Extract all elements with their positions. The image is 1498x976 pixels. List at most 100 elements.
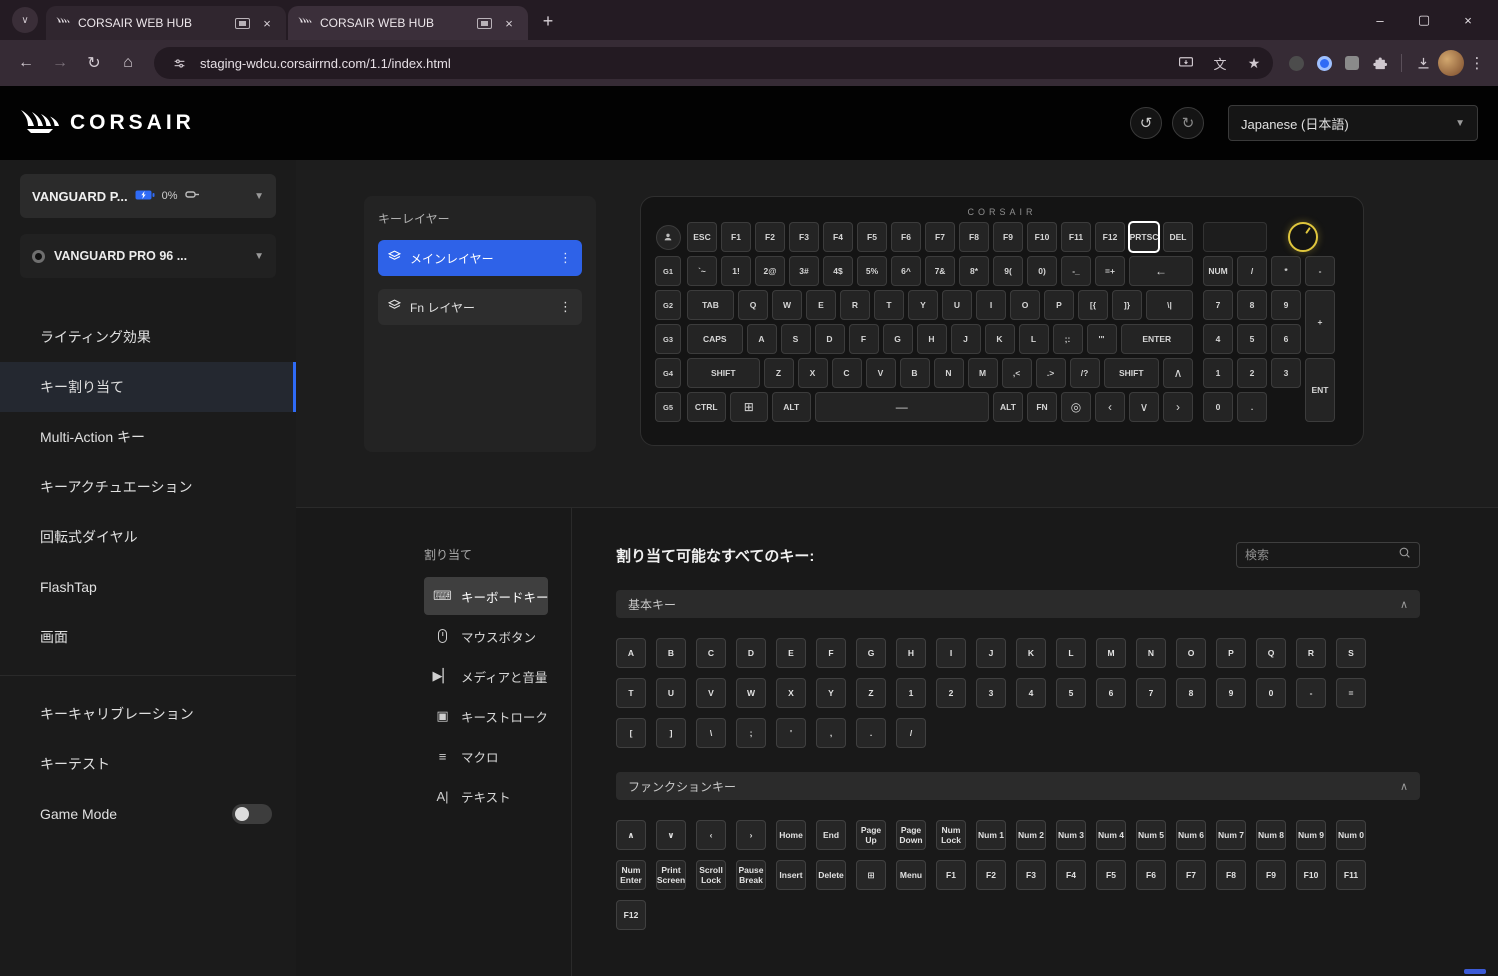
keyboard-key[interactable]: 8 [1237,290,1267,320]
assignable-key[interactable]: Delete [816,860,846,890]
keyboard-key[interactable]: . [1237,392,1267,422]
keyboard-key[interactable]: ⊞ [730,392,769,422]
keyboard-key[interactable]: ◎ [1061,392,1091,422]
keyboard-key[interactable]: TAB [687,290,734,320]
keyboard-key[interactable]: ENTER [1121,324,1194,354]
assignable-key[interactable]: ] [656,718,686,748]
assignable-key[interactable]: F3 [1016,860,1046,890]
extension-icon-2[interactable] [1311,50,1337,76]
scrollbar-thumb[interactable] [1464,969,1486,974]
sidebar-item[interactable]: Multi-Action キー [0,412,296,462]
keyboard-key[interactable]: ;: [1053,324,1083,354]
assignable-key[interactable]: › [736,820,766,850]
keyboard-key[interactable]: F7 [925,222,955,252]
redo-button[interactable]: ↻ [1172,107,1204,139]
assignable-key[interactable]: ⊞ [856,860,886,890]
assignable-key[interactable]: 4 [1016,678,1046,708]
window-close-button[interactable]: × [1446,0,1490,40]
language-selector[interactable]: Japanese (日本語) ▼ [1228,105,1478,141]
keyboard-key[interactable]: F [849,324,879,354]
keyboard-key[interactable]: T [874,290,904,320]
assignable-key[interactable]: Num 8 [1256,820,1286,850]
assignable-key[interactable]: F5 [1096,860,1126,890]
keyboard-key[interactable]: CAPS [687,324,743,354]
keyboard-key[interactable]: ← [1129,256,1193,286]
keyboard-key[interactable]: /? [1070,358,1100,388]
assignable-key[interactable]: - [1296,678,1326,708]
gkey[interactable]: G2 [655,290,681,320]
keyboard-key[interactable]: F3 [789,222,819,252]
assignable-key[interactable]: 3 [976,678,1006,708]
keyboard-key[interactable]: F5 [857,222,887,252]
assignable-key[interactable]: 5 [1056,678,1086,708]
keyboard-key[interactable]: DEL [1163,222,1193,252]
assignable-key[interactable]: B [656,638,686,668]
device-selector[interactable]: VANGUARD P... 0% ▼ [20,174,276,218]
sidebar-item[interactable]: キーテスト [0,739,296,789]
keyboard-key[interactable]: F10 [1027,222,1057,252]
keyboard-key[interactable]: 4$ [823,256,853,286]
undo-button[interactable]: ↺ [1130,107,1162,139]
search-input[interactable] [1245,548,1392,562]
keyboard-key[interactable]: ALT [993,392,1023,422]
gkey[interactable]: G3 [655,324,681,354]
section-header[interactable]: ファンクションキー∧ [616,772,1420,800]
keyboard-key[interactable]: F8 [959,222,989,252]
extension-icon-3[interactable] [1339,50,1365,76]
browser-tab-1[interactable]: CORSAIR WEB HUB × [46,6,286,40]
bookmark-star-icon[interactable]: ★ [1241,50,1267,76]
assignable-key[interactable]: Q [1256,638,1286,668]
assignable-key[interactable]: K [1016,638,1046,668]
keyboard-key[interactable]: ‹ [1095,392,1125,422]
assign-item[interactable]: マウスボタン [424,617,548,655]
assignable-key[interactable]: 0 [1256,678,1286,708]
keyboard-key[interactable]: U [942,290,972,320]
keyboard-key[interactable]: -_ [1061,256,1091,286]
keyboard-key[interactable]: P [1044,290,1074,320]
assign-item[interactable]: ⌨キーボードキー [424,577,548,615]
assignable-key[interactable]: M [1096,638,1126,668]
assignable-key[interactable]: Num 3 [1056,820,1086,850]
sidebar-item[interactable]: 画面 [0,612,296,662]
keyboard-key[interactable]: F1 [721,222,751,252]
address-bar[interactable]: staging-wdcu.corsairrnd.com/1.1/index.ht… [154,47,1273,79]
keyboard-key[interactable]: 4 [1203,324,1233,354]
assignable-key[interactable]: F [816,638,846,668]
keyboard-key[interactable]: B [900,358,930,388]
model-selector[interactable]: VANGUARD PRO 96 ... ▼ [20,234,276,278]
rotary-dial[interactable] [1271,222,1335,252]
assignable-key[interactable]: U [656,678,686,708]
assignable-key[interactable]: Num 6 [1176,820,1206,850]
keyboard-key[interactable]: N [934,358,964,388]
keyboard-key[interactable]: 7& [925,256,955,286]
media-key[interactable] [1203,222,1267,252]
assignable-key[interactable]: F11 [1336,860,1366,890]
keyboard-key[interactable]: L [1019,324,1049,354]
pwa-install-icon[interactable] [1173,50,1199,76]
keyboard-key[interactable]: 6^ [891,256,921,286]
profile-avatar[interactable] [1438,50,1464,76]
keyboard-key[interactable]: + [1305,290,1335,354]
keyboard-key[interactable]: 5% [857,256,887,286]
assignable-key[interactable]: ∧ [616,820,646,850]
minimize-button[interactable]: – [1358,0,1402,40]
assignable-key[interactable]: F4 [1056,860,1086,890]
tab-close-button[interactable]: × [500,14,518,32]
keyboard-key[interactable]: C [832,358,862,388]
assignable-key[interactable]: J [976,638,1006,668]
browser-menu-icon[interactable]: ⋮ [1466,54,1488,72]
assignable-key[interactable]: ; [736,718,766,748]
keyboard-key[interactable]: ENT [1305,358,1335,422]
section-header[interactable]: 基本キー∧ [616,590,1420,618]
keyboard-key[interactable]: Q [738,290,768,320]
gkey[interactable]: G1 [655,256,681,286]
layer-item-fn[interactable]: Fn レイヤー ⋮ [378,289,582,325]
assignable-key[interactable]: P [1216,638,1246,668]
keyboard-key[interactable]: 0) [1027,256,1057,286]
assignable-key[interactable]: [ [616,718,646,748]
keyboard-key[interactable]: ]} [1112,290,1142,320]
game-mode-toggle[interactable] [232,804,272,824]
assignable-key[interactable]: / [896,718,926,748]
assignable-key[interactable]: = [1336,678,1366,708]
keyboard-key[interactable]: F11 [1061,222,1091,252]
